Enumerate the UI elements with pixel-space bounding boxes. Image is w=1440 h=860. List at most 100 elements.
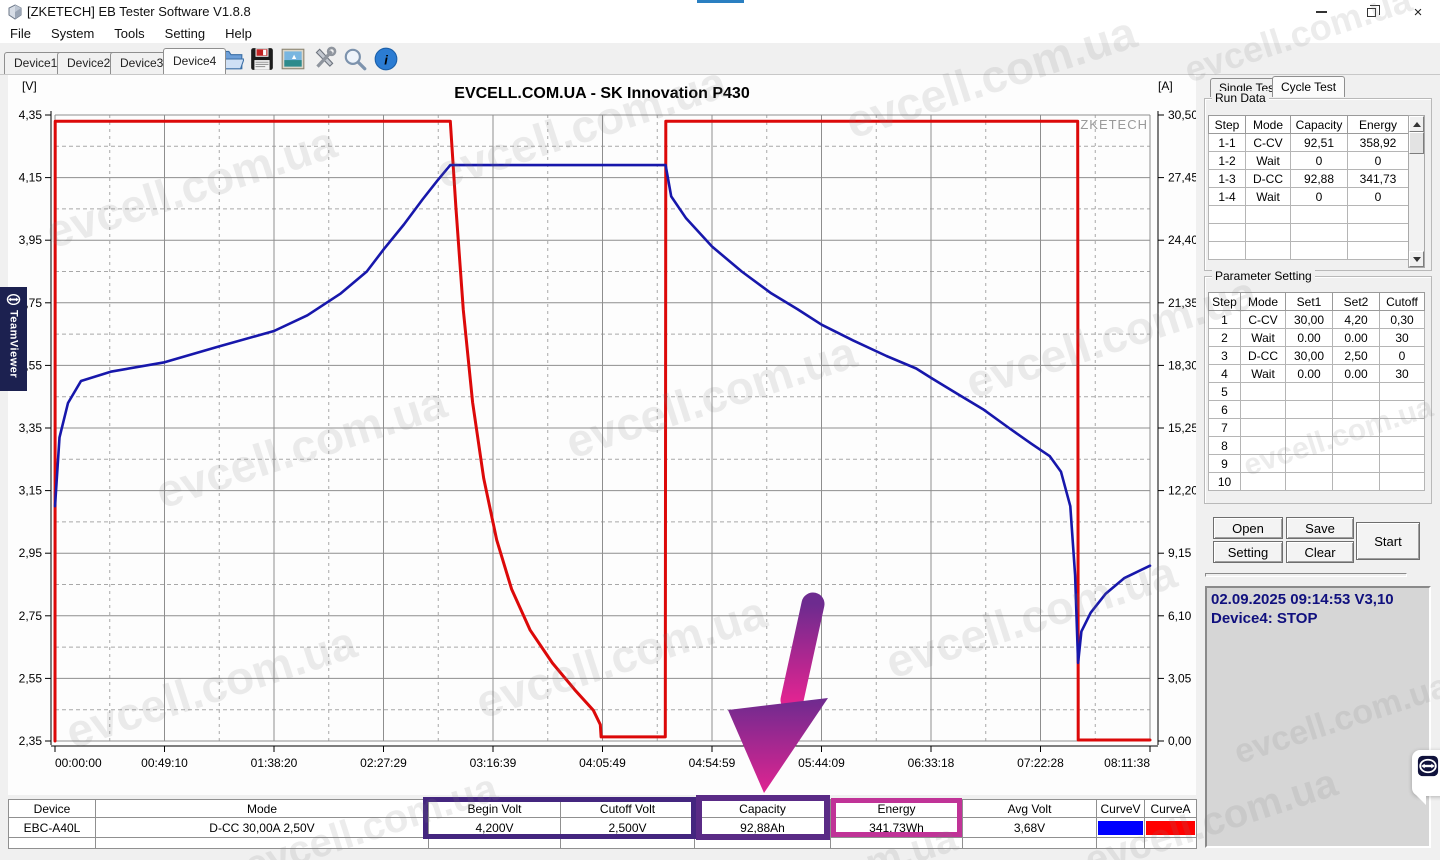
cell[interactable] <box>1333 383 1380 401</box>
teamviewer-edge-tab[interactable]: TeamViewer <box>0 287 27 391</box>
cell[interactable] <box>1286 401 1333 419</box>
cell[interactable] <box>1241 383 1286 401</box>
cell[interactable] <box>1333 473 1380 491</box>
run-data-scrollbar[interactable] <box>1408 115 1425 268</box>
minimize-button[interactable] <box>1306 2 1336 22</box>
table-row[interactable] <box>1209 242 1409 260</box>
menu-item-help[interactable]: Help <box>215 25 262 42</box>
cell[interactable]: 0 <box>1380 347 1425 365</box>
cell[interactable] <box>1333 455 1380 473</box>
cell[interactable] <box>1333 419 1380 437</box>
cell[interactable]: C-CV <box>1241 311 1286 329</box>
cell[interactable] <box>1380 473 1425 491</box>
menu-item-system[interactable]: System <box>41 25 104 42</box>
cell[interactable]: 0.00 <box>1286 329 1333 347</box>
table-row[interactable]: 7 <box>1209 419 1425 437</box>
menu-item-tools[interactable]: Tools <box>104 25 154 42</box>
cell[interactable]: 6 <box>1209 401 1241 419</box>
cell[interactable]: Wait <box>1241 329 1286 347</box>
table-row[interactable]: 3D-CC30,002,500 <box>1209 347 1425 365</box>
save-icon[interactable] <box>249 46 275 72</box>
cell[interactable] <box>1380 437 1425 455</box>
table-row[interactable] <box>1209 224 1409 242</box>
cell[interactable] <box>1241 437 1286 455</box>
cell: 0 <box>1291 152 1348 170</box>
cell[interactable] <box>1241 455 1286 473</box>
tab-cycle-test[interactable]: Cycle Test <box>1272 76 1345 97</box>
table-row[interactable]: 9 <box>1209 455 1425 473</box>
table-row[interactable] <box>1209 206 1409 224</box>
cell[interactable]: 3 <box>1209 347 1241 365</box>
cell[interactable] <box>1241 419 1286 437</box>
open-button[interactable]: Open <box>1213 517 1283 539</box>
cell[interactable]: 2 <box>1209 329 1241 347</box>
cell[interactable]: 5 <box>1209 383 1241 401</box>
cell[interactable]: 30,00 <box>1286 311 1333 329</box>
cell[interactable]: D-CC <box>1241 347 1286 365</box>
table-row[interactable]: 1-4Wait00 <box>1209 188 1409 206</box>
cell[interactable]: 1 <box>1209 311 1241 329</box>
cell[interactable]: 30 <box>1380 365 1425 383</box>
cell[interactable]: 4 <box>1209 365 1241 383</box>
cell[interactable]: 30 <box>1380 329 1425 347</box>
save-button[interactable]: Save <box>1286 517 1354 539</box>
cell[interactable]: 0.00 <box>1333 329 1380 347</box>
tools-icon[interactable] <box>311 46 337 72</box>
cell[interactable] <box>1241 473 1286 491</box>
table-row[interactable]: 5 <box>1209 383 1425 401</box>
cell[interactable] <box>1286 419 1333 437</box>
cell[interactable] <box>1380 419 1425 437</box>
cell[interactable] <box>1333 437 1380 455</box>
table-row[interactable]: 1-2Wait00 <box>1209 152 1409 170</box>
menu-item-setting[interactable]: Setting <box>155 25 215 42</box>
table-row[interactable]: 8 <box>1209 437 1425 455</box>
table-row[interactable]: 4Wait0.000.0030 <box>1209 365 1425 383</box>
close-button[interactable]: × <box>1403 2 1433 22</box>
cell[interactable]: 0.00 <box>1333 365 1380 383</box>
summary-header: Avg Volt <box>963 800 1097 818</box>
menu-item-file[interactable]: File <box>0 25 41 42</box>
cell[interactable] <box>1380 455 1425 473</box>
setting-button[interactable]: Setting <box>1213 541 1283 563</box>
clear-button[interactable]: Clear <box>1286 541 1354 563</box>
scroll-thumb[interactable] <box>1409 132 1424 154</box>
zoom-icon[interactable] <box>342 46 368 72</box>
curve-v-swatch[interactable] <box>1098 821 1143 835</box>
summary-header: Mode <box>96 800 429 818</box>
table-row[interactable]: 10 <box>1209 473 1425 491</box>
scroll-down-button[interactable] <box>1409 251 1424 267</box>
cell[interactable]: Wait <box>1241 365 1286 383</box>
table-row[interactable]: 2Wait0.000.0030 <box>1209 329 1425 347</box>
table-row[interactable]: 6 <box>1209 401 1425 419</box>
table-row[interactable]: 1C-CV30,004,200,30 <box>1209 311 1425 329</box>
restore-button[interactable] <box>1356 2 1386 22</box>
cell[interactable] <box>1286 473 1333 491</box>
cell[interactable] <box>1380 383 1425 401</box>
cell[interactable]: 30,00 <box>1286 347 1333 365</box>
image-icon[interactable] <box>280 46 306 72</box>
cell[interactable] <box>1380 401 1425 419</box>
cell[interactable]: 0.00 <box>1286 365 1333 383</box>
tab-device4[interactable]: Device4 <box>163 48 226 74</box>
start-button[interactable]: Start <box>1356 522 1420 560</box>
info-icon[interactable]: i <box>373 46 399 72</box>
teamviewer-label: TeamViewer <box>8 310 20 378</box>
cell[interactable]: 4,20 <box>1333 311 1380 329</box>
cell[interactable]: 10 <box>1209 473 1241 491</box>
cell[interactable]: 9 <box>1209 455 1241 473</box>
teamviewer-popup[interactable] <box>1412 750 1440 796</box>
table-row[interactable]: 1-3D-CC92,88341,73 <box>1209 170 1409 188</box>
cell[interactable] <box>1286 455 1333 473</box>
cell[interactable] <box>1241 401 1286 419</box>
cell[interactable] <box>1286 437 1333 455</box>
cell[interactable]: 8 <box>1209 437 1241 455</box>
cell[interactable]: 2,50 <box>1333 347 1380 365</box>
cell[interactable]: 7 <box>1209 419 1241 437</box>
cell: 0 <box>1348 188 1409 206</box>
cell[interactable] <box>1286 383 1333 401</box>
cell[interactable] <box>1333 401 1380 419</box>
table-row[interactable]: 1-1C-CV92,51358,92 <box>1209 134 1409 152</box>
curve-a-swatch[interactable] <box>1146 821 1195 835</box>
scroll-up-button[interactable] <box>1409 116 1424 132</box>
cell[interactable]: 0,30 <box>1380 311 1425 329</box>
